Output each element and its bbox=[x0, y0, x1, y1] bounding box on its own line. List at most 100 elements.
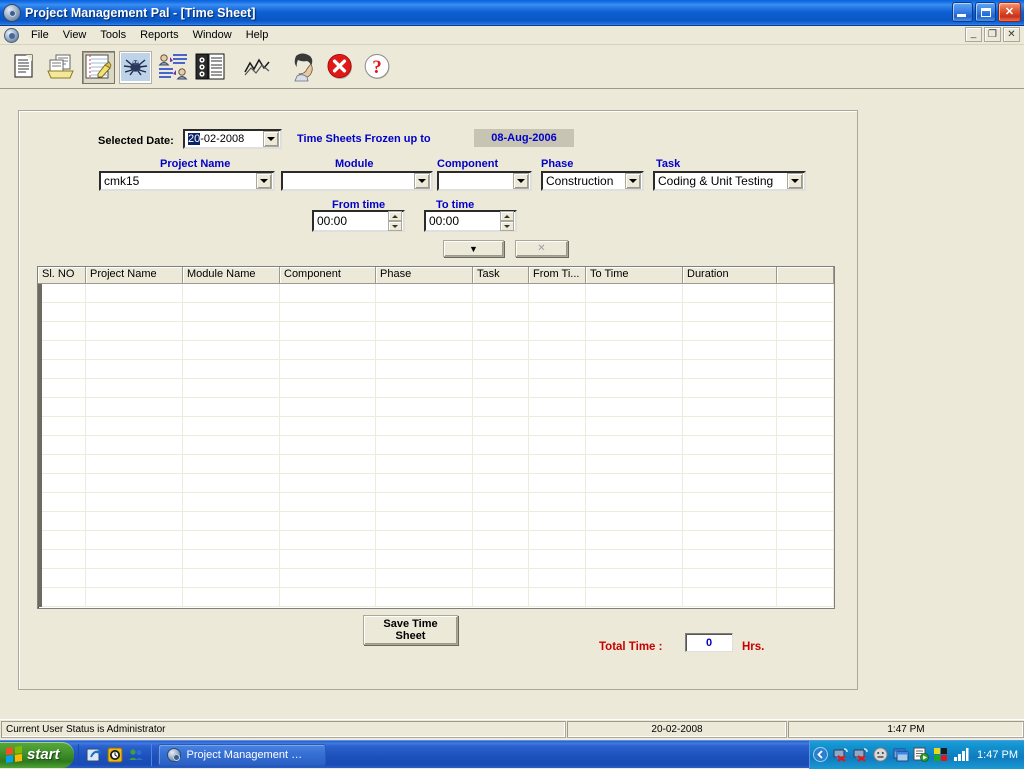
table-row[interactable] bbox=[38, 569, 834, 588]
menu-item-file[interactable]: File bbox=[24, 27, 56, 43]
table-cell[interactable] bbox=[38, 360, 86, 378]
table-cell[interactable] bbox=[376, 322, 473, 340]
table-row[interactable] bbox=[38, 531, 834, 550]
start-button[interactable]: start bbox=[0, 742, 74, 768]
mdi-close-button[interactable]: ✕ bbox=[1003, 27, 1020, 42]
table-cell[interactable] bbox=[86, 379, 183, 397]
project-name-combo[interactable]: cmk15 bbox=[99, 171, 275, 191]
table-cell[interactable] bbox=[777, 550, 834, 568]
table-cell[interactable] bbox=[38, 436, 86, 454]
table-cell[interactable] bbox=[529, 360, 586, 378]
table-cell[interactable] bbox=[38, 379, 86, 397]
table-cell[interactable] bbox=[38, 474, 86, 492]
table-cell[interactable] bbox=[777, 588, 834, 606]
table-cell[interactable] bbox=[586, 436, 683, 454]
project-name-dropdown-arrow-icon[interactable] bbox=[256, 173, 272, 189]
table-cell[interactable] bbox=[376, 569, 473, 587]
bug-spider-icon[interactable] bbox=[119, 51, 152, 84]
table-cell[interactable] bbox=[529, 398, 586, 416]
table-cell[interactable] bbox=[280, 588, 376, 606]
to-time-up-button[interactable] bbox=[500, 211, 514, 221]
menu-item-help[interactable]: Help bbox=[239, 27, 276, 43]
table-cell[interactable] bbox=[683, 360, 777, 378]
table-cell[interactable] bbox=[683, 455, 777, 473]
grid-column-header[interactable]: Task bbox=[473, 267, 529, 283]
table-cell[interactable] bbox=[683, 417, 777, 435]
table-cell[interactable] bbox=[777, 436, 834, 454]
table-cell[interactable] bbox=[280, 569, 376, 587]
menu-item-reports[interactable]: Reports bbox=[133, 27, 186, 43]
table-cell[interactable] bbox=[376, 379, 473, 397]
table-cell[interactable] bbox=[777, 512, 834, 530]
table-cell[interactable] bbox=[683, 398, 777, 416]
table-cell[interactable] bbox=[183, 303, 280, 321]
table-row[interactable] bbox=[38, 322, 834, 341]
table-cell[interactable] bbox=[376, 417, 473, 435]
help-question-icon[interactable]: ? bbox=[361, 51, 394, 84]
table-cell[interactable] bbox=[683, 284, 777, 302]
table-cell[interactable] bbox=[376, 303, 473, 321]
table-cell[interactable] bbox=[473, 455, 529, 473]
table-cell[interactable] bbox=[38, 531, 86, 549]
table-cell[interactable] bbox=[473, 398, 529, 416]
table-row[interactable] bbox=[38, 303, 834, 322]
table-cell[interactable] bbox=[473, 341, 529, 359]
users-launch-icon[interactable] bbox=[128, 747, 144, 763]
task-combo[interactable]: Coding & Unit Testing bbox=[653, 171, 806, 191]
table-cell[interactable] bbox=[38, 341, 86, 359]
table-cell[interactable] bbox=[586, 284, 683, 302]
table-cell[interactable] bbox=[280, 417, 376, 435]
table-cell[interactable] bbox=[183, 588, 280, 606]
table-cell[interactable] bbox=[529, 379, 586, 397]
table-row[interactable] bbox=[38, 284, 834, 303]
table-cell[interactable] bbox=[473, 360, 529, 378]
table-cell[interactable] bbox=[183, 455, 280, 473]
table-row[interactable] bbox=[38, 398, 834, 417]
table-cell[interactable] bbox=[777, 379, 834, 397]
table-cell[interactable] bbox=[473, 569, 529, 587]
table-cell[interactable] bbox=[376, 550, 473, 568]
table-row[interactable] bbox=[38, 493, 834, 512]
table-cell[interactable] bbox=[586, 474, 683, 492]
component-combo[interactable] bbox=[437, 171, 532, 191]
table-cell[interactable] bbox=[777, 417, 834, 435]
table-cell[interactable] bbox=[586, 341, 683, 359]
table-cell[interactable] bbox=[683, 436, 777, 454]
delete-row-button[interactable]: ✕ bbox=[515, 240, 568, 257]
table-cell[interactable] bbox=[86, 398, 183, 416]
table-cell[interactable] bbox=[38, 512, 86, 530]
table-cell[interactable] bbox=[183, 417, 280, 435]
table-cell[interactable] bbox=[280, 455, 376, 473]
table-cell[interactable] bbox=[586, 493, 683, 511]
table-cell[interactable] bbox=[86, 531, 183, 549]
table-cell[interactable] bbox=[586, 398, 683, 416]
table-cell[interactable] bbox=[586, 455, 683, 473]
module-combo[interactable] bbox=[281, 171, 433, 191]
table-cell[interactable] bbox=[683, 512, 777, 530]
table-cell[interactable] bbox=[529, 341, 586, 359]
phase-combo[interactable]: Construction bbox=[541, 171, 644, 191]
table-cell[interactable] bbox=[683, 379, 777, 397]
table-cell[interactable] bbox=[183, 436, 280, 454]
table-cell[interactable] bbox=[683, 550, 777, 568]
contacts-list-icon[interactable] bbox=[193, 51, 226, 84]
to-time-down-button[interactable] bbox=[500, 221, 514, 231]
table-cell[interactable] bbox=[280, 493, 376, 511]
table-cell[interactable] bbox=[86, 455, 183, 473]
table-cell[interactable] bbox=[586, 379, 683, 397]
table-cell[interactable] bbox=[183, 322, 280, 340]
table-cell[interactable] bbox=[376, 360, 473, 378]
grid-column-header[interactable]: Phase bbox=[376, 267, 473, 283]
table-cell[interactable] bbox=[586, 512, 683, 530]
from-time-up-button[interactable] bbox=[388, 211, 402, 221]
chart-icon[interactable] bbox=[240, 51, 273, 84]
table-cell[interactable] bbox=[183, 379, 280, 397]
table-cell[interactable] bbox=[86, 569, 183, 587]
table-cell[interactable] bbox=[586, 322, 683, 340]
table-cell[interactable] bbox=[473, 417, 529, 435]
table-cell[interactable] bbox=[683, 341, 777, 359]
table-cell[interactable] bbox=[86, 360, 183, 378]
table-cell[interactable] bbox=[86, 512, 183, 530]
date-dropdown-arrow-icon[interactable] bbox=[263, 131, 279, 147]
window-blue-icon[interactable] bbox=[893, 747, 909, 763]
